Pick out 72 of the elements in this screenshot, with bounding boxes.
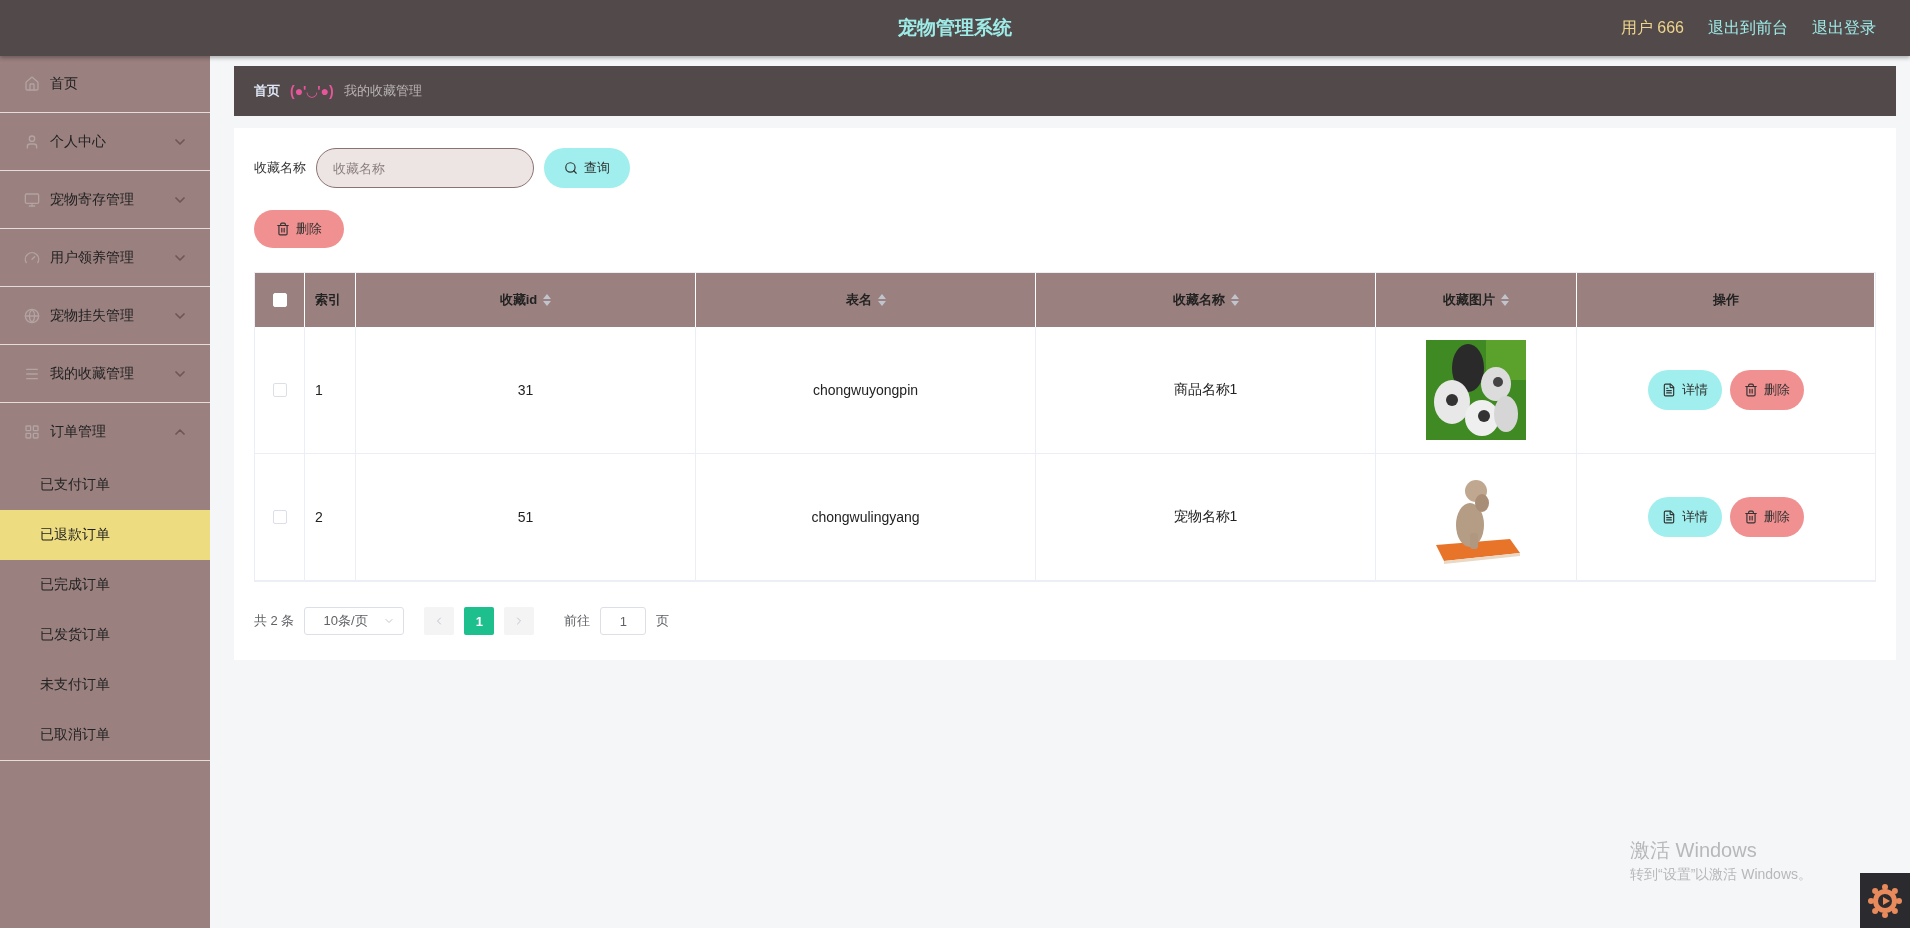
sidebar-menu[interactable]: 我的收藏管理 [0,345,210,402]
search-icon [564,161,578,175]
jump-label: 前往 [564,612,591,630]
table-cell: 宠物名称1 [1173,508,1238,526]
breadcrumb-separator: (●'◡'●) [290,83,334,99]
header-link[interactable]: 退出登录 [1812,17,1876,39]
previous-page-button[interactable] [424,607,455,635]
user-name: 用户 666 [1620,17,1684,38]
detail-button[interactable]: 详情 [1648,370,1722,410]
breadcrumb-current: 我的收藏管理 [343,82,422,100]
gauge-icon [24,249,40,266]
document-icon [1662,383,1676,397]
detail-button[interactable]: 详情 [1648,497,1722,537]
trash-icon [276,222,290,236]
sort-icon[interactable] [1230,294,1239,306]
delete-button[interactable]: 删除 [1730,370,1804,410]
table-cell: 31 [517,382,534,398]
total-count: 共 2 条 [254,612,295,630]
column-header: 收藏图片 [1443,291,1495,309]
monitor-icon [24,191,40,208]
table-cell: 51 [517,509,534,525]
sort-icon[interactable] [1501,294,1509,306]
row-checkbox[interactable] [272,510,287,524]
sidebar-menu[interactable]: 宠物寄存管理 [0,171,210,228]
sidebar-subitem[interactable]: 已取消订单 [0,710,210,760]
table-cell: chongwulingyang [811,509,920,525]
next-page-button[interactable] [504,607,535,635]
table-cell: 2 [315,509,323,525]
sidebar-subitem[interactable]: 已完成订单 [0,560,210,610]
sidebar-subitem[interactable]: 未支付订单 [0,660,210,710]
activation-subtitle: 转到“设置”以激活 Windows。 [1630,866,1812,884]
sidebar-menu[interactable]: 个人中心 [0,113,210,170]
breadcrumb-home[interactable]: 首页 [254,82,280,100]
trash-icon [1744,510,1758,524]
table-cell: chongwuyongpin [812,382,919,398]
sidebar-subitem[interactable]: 已发货订单 [0,610,210,660]
sidebar-menu[interactable]: 用户领养管理 [0,229,210,286]
column-header: 表名 [845,291,872,309]
field-label: 收藏名称 [254,159,306,177]
row-checkbox[interactable] [272,383,287,397]
sort-icon[interactable] [543,294,552,306]
globe-icon [24,307,40,324]
home-icon [24,76,40,92]
sidebar-menu[interactable]: 订单管理 [0,403,210,460]
column-header: 索引 [315,291,341,309]
sidebar-menu[interactable]: 宠物挂失管理 [0,287,210,344]
column-header: 收藏名称 [1172,291,1225,309]
delete-button[interactable]: 删除 [254,210,344,248]
column-header: 操作 [1712,291,1739,309]
sort-icon[interactable] [877,294,886,306]
page-jump-field[interactable]: 1 [600,607,647,635]
column-header: 收藏id [499,291,538,309]
header-link[interactable]: 退出到前台 [1708,17,1788,39]
table-cell: 1 [315,382,323,398]
search-button[interactable]: 查询 [544,148,630,188]
app-title: 宠物管理系统 [898,17,1012,38]
sun-play-icon[interactable] [1868,883,1902,918]
page-button[interactable]: 1 [464,607,495,635]
user-icon [24,133,40,150]
document-icon [1662,510,1676,524]
sidebar-subitem[interactable]: 已退款订单 [0,510,210,560]
page-suffix: 页 [656,612,670,630]
delete-button[interactable]: 删除 [1730,497,1804,537]
search-field[interactable]: 收藏名称 [316,148,534,188]
select-all-checkbox[interactable] [272,293,287,307]
page-size-select[interactable]: 10条/页 [304,607,405,635]
trash-icon [1744,383,1758,397]
table-cell: 商品名称1 [1173,381,1238,399]
activation-title: 激活 Windows [1630,838,1758,863]
sidebar-subitem[interactable]: 已支付订单 [0,460,210,510]
grid-icon [24,423,40,440]
sidebar-item[interactable]: 首页 [0,56,210,113]
